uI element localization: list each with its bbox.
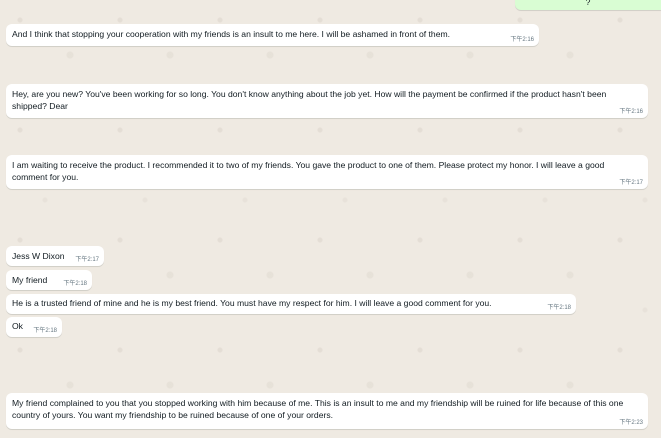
- message-timestamp: 下午2:23: [619, 420, 643, 426]
- incoming-message[interactable]: And I think that stopping your cooperati…: [6, 24, 539, 46]
- message-text: ?: [585, 0, 591, 7]
- message-text: And I think that stopping your cooperati…: [12, 29, 451, 39]
- message-timestamp: 下午2:18: [547, 305, 571, 311]
- message-timestamp: 下午2:18: [63, 281, 87, 287]
- incoming-message[interactable]: My friend complained to you that you sto…: [6, 393, 648, 429]
- outgoing-message[interactable]: ?: [515, 0, 661, 10]
- message-text: My friend complained to you that you sto…: [12, 398, 626, 420]
- message-timestamp: 下午2:16: [619, 109, 643, 115]
- incoming-message[interactable]: Ok 下午2:18: [6, 317, 62, 337]
- message-timestamp: 下午2:17: [619, 180, 643, 186]
- message-text: Ok: [12, 321, 23, 331]
- message-timestamp: 下午2:17: [75, 257, 99, 263]
- message-text: I am waiting to receive the product. I r…: [12, 160, 607, 182]
- incoming-message[interactable]: He is a trusted friend of mine and he is…: [6, 294, 576, 314]
- incoming-message[interactable]: Hey, are you new? You've been working fo…: [6, 84, 648, 118]
- message-text: Hey, are you new? You've been working fo…: [12, 89, 609, 111]
- incoming-message[interactable]: My friend 下午2:18: [6, 270, 92, 290]
- message-timestamp: 下午2:18: [33, 328, 57, 334]
- message-timestamp: 下午2:16: [510, 37, 534, 43]
- message-text: Jess W Dixon: [12, 251, 65, 261]
- incoming-message[interactable]: Jess W Dixon 下午2:17: [6, 246, 104, 266]
- message-text: My friend: [12, 275, 48, 285]
- message-text: He is a trusted friend of mine and he is…: [12, 298, 492, 308]
- chat-message-area[interactable]: ? And I think that stopping your coopera…: [0, 0, 661, 438]
- incoming-message[interactable]: I am waiting to receive the product. I r…: [6, 155, 648, 189]
